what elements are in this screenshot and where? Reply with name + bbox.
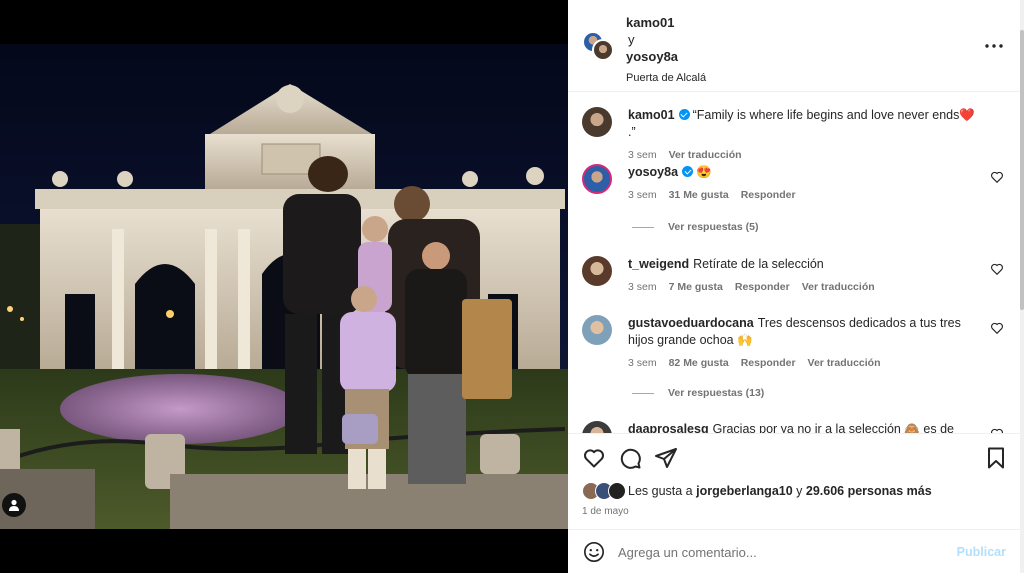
replies-divider [632,392,654,394]
heart-icon[interactable] [990,170,1004,184]
comment-likes[interactable]: 82 Me gusta [669,355,729,372]
scrollbar-thumb[interactable] [1020,30,1024,310]
avatar[interactable] [582,421,612,433]
likes-summary: Les gusta a jorgeberlanga10 y 29.606 per… [582,482,932,500]
likes-prefix: Les gusta a [628,484,697,498]
avatar[interactable] [582,256,612,286]
author-username[interactable]: yosoy8a [626,49,678,64]
author-separator: y [628,32,635,47]
verified-icon [682,166,694,177]
translate-link[interactable]: Ver traducción [802,279,875,296]
avatar[interactable] [592,39,614,61]
liker-avatars[interactable] [582,482,628,500]
reply-button[interactable]: Responder [741,355,796,372]
heart-icon[interactable] [990,262,1004,276]
comment-text: Gracias por ya no ir a la selección [712,422,901,433]
bookmark-icon[interactable] [984,446,1008,470]
comment-text-end: .” [628,125,636,139]
post-photo-pane [0,0,568,573]
post-photo[interactable] [0,44,568,529]
publish-button[interactable]: Publicar [957,545,1006,559]
location-link[interactable]: Puerta de Alcalá [626,70,706,87]
comment-text: “Family is where life begins and love ne… [692,108,960,122]
comment-emoji: 🙌 [737,333,753,347]
liker-username[interactable]: jorgeberlanga10 [696,484,793,498]
comment-time[interactable]: 3 sem [628,147,657,164]
view-replies-label: Ver respuestas (5) [668,221,759,233]
likes-middle: y [792,484,806,498]
comment-likes[interactable]: 31 Me gusta [669,187,729,204]
reply-button[interactable]: Responder [741,187,796,204]
replies-divider [632,226,654,228]
comment-text: Retírate de la selección [693,257,824,271]
author-username[interactable]: kamo01 [626,15,674,30]
comment-time[interactable]: 3 sem [628,187,657,204]
avatar[interactable] [582,164,612,194]
comment-username[interactable]: yosoy8a [628,165,678,179]
more-options-button[interactable] [982,36,1006,56]
view-replies-button[interactable]: Ver respuestas (13) [632,387,764,399]
avatar[interactable] [582,107,612,137]
collab-avatars[interactable] [582,31,618,63]
emoji-icon[interactable] [583,541,605,563]
comment-composer: Publicar [568,529,1020,573]
view-replies-button[interactable]: Ver respuestas (5) [632,221,758,233]
comment-username[interactable]: gustavoeduardocana [628,316,754,330]
post-side-panel: kamo01 y yosoy8a Puerta de Alcalá kamo01… [568,0,1020,573]
likes-count-link[interactable]: 29.606 personas más [806,484,932,498]
avatar [608,482,626,500]
share-icon[interactable] [654,446,678,470]
view-replies-label: Ver respuestas (13) [668,387,765,399]
post-date[interactable]: 1 de mayo [582,506,629,517]
user-tag-icon [9,499,19,511]
translate-link[interactable]: Ver traducción [808,355,881,372]
post-actions: Les gusta a jorgeberlanga10 y 29.606 per… [568,433,1020,528]
comment-username[interactable]: kamo01 [628,108,675,122]
comment-username[interactable]: t_weigend [628,257,689,271]
comment-time[interactable]: 3 sem [628,279,657,296]
comment-username[interactable]: daaprosalesg [628,422,709,433]
comments-list[interactable]: kamo01 “Family is where life begins and l… [568,93,1020,433]
comment-text-end: es de [919,422,954,433]
comment-likes[interactable]: 7 Me gusta [669,279,723,296]
avatar[interactable] [582,315,612,345]
header-authors: kamo01 y yosoy8a Puerta de Alcalá [626,14,706,87]
heart-icon[interactable] [582,446,606,470]
verified-icon [678,109,690,120]
more-icon [985,44,1003,48]
comment-icon[interactable] [618,446,642,470]
comment-emoji: 😍 [696,165,712,179]
heart-emoji: ❤️ [959,108,975,122]
post-header: kamo01 y yosoy8a Puerta de Alcalá [568,0,1020,92]
likes-text: Les gusta a jorgeberlanga10 y 29.606 per… [628,484,932,498]
comment-input[interactable] [618,541,948,563]
reply-button[interactable]: Responder [735,279,790,296]
heart-icon[interactable] [990,321,1004,335]
comment-time[interactable]: 3 sem [628,355,657,372]
user-tag-button[interactable] [2,493,26,517]
translate-link[interactable]: Ver traducción [669,147,742,164]
comment-emoji: 🙈 [904,422,920,433]
